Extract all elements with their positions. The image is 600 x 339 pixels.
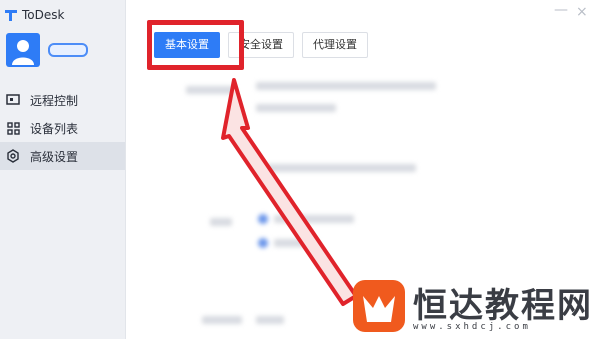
watermark-logo-icon bbox=[353, 280, 405, 332]
todesk-window: ToDesk 远程控制 设备列表 高级设置 — × 基本设置 安全设置 代理设置… bbox=[0, 0, 600, 339]
watermark-text: 恒达教程网 bbox=[413, 286, 593, 326]
watermark: 恒达教程网 www.sxhdcj.com bbox=[345, 270, 600, 339]
watermark-url: www.sxhdcj.com bbox=[413, 322, 531, 332]
